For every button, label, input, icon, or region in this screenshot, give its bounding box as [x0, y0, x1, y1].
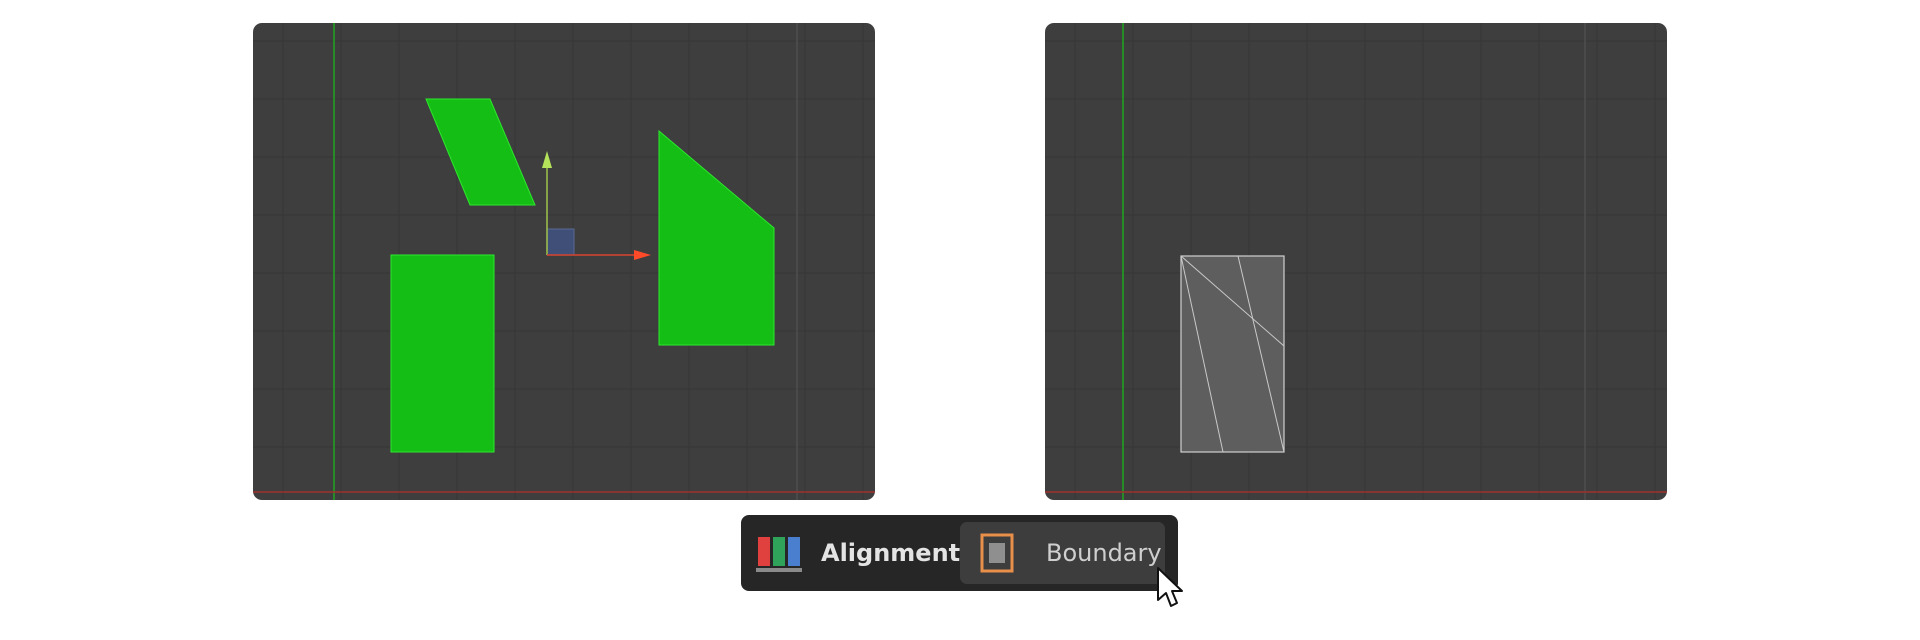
boundary-icon	[980, 533, 1014, 573]
viewport-before-canvas	[253, 23, 875, 500]
alignment-button[interactable]: Alignment	[755, 522, 970, 584]
transform-gizmo[interactable]	[542, 151, 651, 260]
gizmo-plane-handle[interactable]	[546, 228, 575, 256]
gizmo-y-arrow-icon[interactable]	[542, 151, 552, 168]
alignment-icon	[755, 532, 805, 574]
boundary-outline[interactable]	[1180, 255, 1285, 453]
viewport-after[interactable]	[1045, 23, 1667, 500]
shape-rectangle[interactable]	[390, 254, 495, 453]
toolbar: Alignment Boundary	[741, 515, 1178, 591]
shape-parallelogram[interactable]	[425, 98, 536, 206]
gizmo-x-arrow-icon[interactable]	[634, 250, 651, 260]
boundary-button[interactable]: Boundary	[960, 522, 1165, 584]
grid-lines	[1045, 23, 1667, 500]
mouse-cursor-icon	[1157, 567, 1183, 607]
shape-pentagon[interactable]	[658, 129, 775, 346]
viewport-after-canvas	[1045, 23, 1667, 500]
alignment-label: Alignment	[821, 539, 961, 567]
viewport-before[interactable]	[253, 23, 875, 500]
boundary-shape[interactable]	[1180, 255, 1285, 453]
grid-lines	[253, 23, 875, 500]
boundary-label: Boundary	[1046, 539, 1162, 567]
